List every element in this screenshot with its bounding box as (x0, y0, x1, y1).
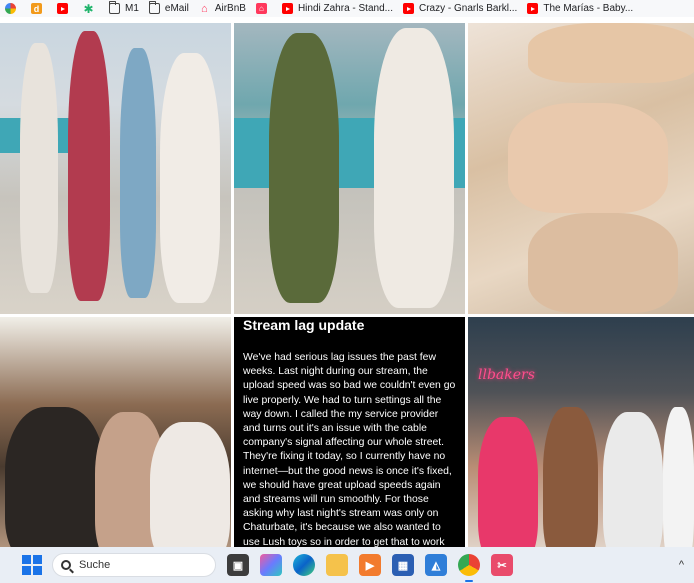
airbnb-red-icon: ⌂ (255, 3, 267, 14)
post-body: We've had serious lag issues the past fe… (243, 352, 456, 567)
person-shape (68, 31, 110, 301)
person-shape (603, 412, 663, 567)
text-post-tile[interactable]: Stream lag update We've had serious lag … (234, 317, 465, 567)
youtube-icon (57, 3, 68, 14)
bookmark-folder-email[interactable]: eMail (144, 0, 194, 17)
bookmark-airbnb-red[interactable]: ⌂ (251, 0, 277, 17)
person-shape (543, 407, 598, 567)
face-shape (508, 103, 668, 213)
taskbar: Suche ▣ ▶ ▦ ◭ ✂ ^ (0, 547, 694, 583)
taskbar-search-box[interactable]: Suche (52, 553, 216, 577)
person-shape (120, 48, 156, 298)
task-view-icon[interactable]: ▣ (227, 554, 249, 576)
copilot-icon[interactable] (260, 554, 282, 576)
image-grid: Stream lag update We've had serious lag … (0, 20, 694, 567)
photo-tile[interactable]: llbakers (468, 317, 694, 567)
bookmark-label: eMail (164, 3, 189, 14)
person-shape (269, 33, 339, 303)
chrome-icon[interactable] (458, 554, 480, 582)
folder-icon (109, 1, 120, 14)
youtube-icon (281, 3, 293, 14)
bookmark-d[interactable]: d (26, 0, 52, 17)
google-icon (5, 3, 16, 14)
store-icon[interactable]: ▦ (392, 554, 414, 576)
bookmark-label: AirBnB (214, 3, 246, 14)
person-shape (663, 407, 694, 567)
bookmark-star[interactable]: ✱ (78, 0, 104, 17)
bookmark-label: Crazy - Gnarls Barkl... (418, 3, 518, 14)
search-icon (61, 560, 71, 570)
photo-tile[interactable] (468, 23, 694, 314)
person-shape (160, 53, 220, 303)
person-shape (374, 28, 454, 308)
bookmarks-bar: d ✱ M1 eMail ⌂ AirBnB ⌂ Hindi Zahra - Sta… (0, 0, 694, 17)
windows-start-icon[interactable] (22, 555, 42, 575)
youtube-icon (402, 3, 414, 14)
bookmark-the-marias[interactable]: The Marías - Baby... (522, 0, 638, 17)
snipping-tool-icon[interactable]: ✂ (491, 554, 513, 576)
person-shape (20, 43, 58, 293)
bookmark-label: Hindi Zahra - Stand... (297, 3, 393, 14)
bookmark-hindi-zahra[interactable]: Hindi Zahra - Stand... (277, 0, 398, 17)
photos-icon[interactable]: ◭ (425, 554, 447, 576)
face-shape (528, 23, 694, 83)
tray-chevron-icon[interactable]: ^ (679, 559, 684, 571)
bookmark-label: M1 (125, 3, 139, 14)
search-placeholder: Suche (79, 559, 111, 571)
youtube-icon (527, 3, 539, 14)
person-shape (478, 417, 538, 567)
bookmark-airbnb[interactable]: ⌂ AirBnB (194, 0, 251, 17)
face-shape (528, 213, 678, 313)
post-title: Stream lag update (243, 317, 365, 333)
file-explorer-icon[interactable] (326, 554, 348, 576)
bookmark-google[interactable] (0, 0, 26, 17)
photo-tile[interactable] (234, 23, 465, 314)
airbnb-icon: ⌂ (200, 2, 208, 15)
bookmark-gnarls-barkley[interactable]: Crazy - Gnarls Barkl... (398, 0, 522, 17)
bookmark-label: The Marías - Baby... (543, 3, 634, 14)
photo-tile[interactable] (0, 317, 231, 567)
bookmark-folder-m1[interactable]: M1 (104, 0, 144, 17)
person-shape (150, 422, 230, 567)
bookmark-youtube[interactable] (52, 0, 78, 17)
edge-icon[interactable] (293, 554, 315, 576)
star-icon: ✱ (83, 1, 94, 16)
photo-tile[interactable] (0, 23, 231, 314)
media-player-icon[interactable]: ▶ (359, 554, 381, 576)
d-icon: d (31, 3, 42, 14)
person-shape (5, 407, 105, 567)
folder-icon (148, 1, 160, 14)
neon-sign: llbakers (478, 367, 535, 383)
